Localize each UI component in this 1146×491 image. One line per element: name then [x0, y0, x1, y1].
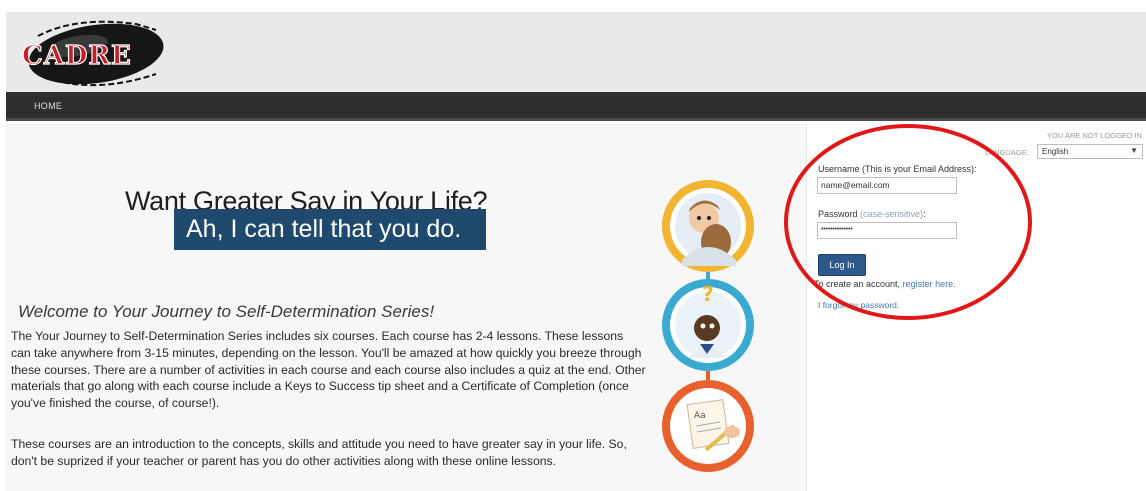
header: CADRE	[6, 12, 1146, 92]
password-input[interactable]: ••••••••••••••	[817, 222, 957, 239]
person-avatar-icon	[662, 180, 754, 272]
language-value: English	[1042, 147, 1069, 156]
username-input[interactable]: name@email.com	[817, 177, 957, 194]
intro-heading: Welcome to Your Journey to Self-Determin…	[18, 302, 435, 321]
svg-text:Aa: Aa	[694, 411, 706, 421]
cadre-logo[interactable]: CADRE	[16, 16, 206, 92]
main-nav: HOME	[6, 92, 1146, 121]
svg-text:CADRE: CADRE	[22, 41, 132, 71]
create-account-prefix: To create an account,	[814, 279, 903, 289]
intro-paragraph-2: These courses are an introduction to the…	[11, 437, 627, 468]
chevron-down-icon: ▼	[1130, 146, 1138, 155]
hero-subtitle: Ah, I can tell that you do.	[174, 209, 486, 250]
login-button[interactable]: Log In	[818, 254, 866, 276]
writing-avatar-icon: Aa	[662, 380, 754, 472]
page: CADRE HOME Want Greater Say in Your Life…	[0, 0, 1146, 491]
register-link[interactable]: register here.	[903, 279, 956, 289]
character-illustrations: ? Aa	[662, 180, 754, 472]
login-status: YOU ARE NOT LOGGED IN.	[1047, 131, 1144, 140]
create-account-text: To create an account, register here.	[814, 279, 956, 289]
language-select[interactable]: English ▼	[1037, 144, 1143, 159]
nav-home-link[interactable]: HOME	[34, 101, 62, 111]
svg-text:?: ?	[702, 282, 714, 306]
question-avatar-icon: ?	[662, 279, 754, 371]
language-label: LANGUAGE:	[985, 148, 1029, 157]
password-hint: (case-sensitive)	[860, 209, 924, 219]
intro-paragraph-1: The Your Journey to Self-Determination S…	[11, 329, 646, 411]
password-label-text: Password	[818, 209, 858, 219]
password-colon: :	[923, 209, 926, 219]
forgot-password-link[interactable]: I forgot my password.	[818, 300, 899, 310]
username-label: Username (This is your Email Address):	[818, 164, 977, 174]
password-label: Password (case-sensitive):	[818, 209, 926, 219]
